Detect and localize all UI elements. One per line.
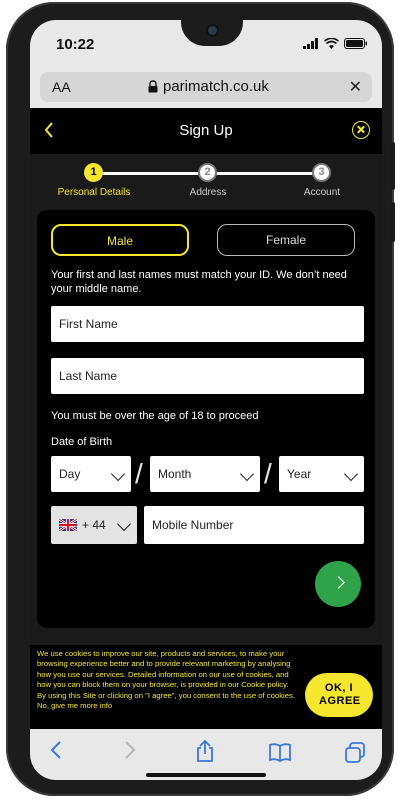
chevron-down-icon <box>116 516 132 532</box>
status-icons <box>303 38 368 49</box>
url-display[interactable]: parimatch.co.uk <box>148 78 269 95</box>
page-title: Sign Up <box>179 122 233 139</box>
chevron-down-icon <box>343 466 359 482</box>
lock-icon <box>148 80 158 93</box>
volume-button <box>390 142 395 190</box>
dob-year-select[interactable]: Year <box>279 456 364 492</box>
chevron-down-icon <box>110 466 126 482</box>
chevron-down-icon <box>239 466 255 482</box>
step-connector <box>90 172 208 175</box>
browser-toolbar: AA parimatch.co.uk ✕ <box>30 70 382 108</box>
phone-frame: 10:22 AA parimatch.co.uk ✕ Sign Up 1 2 3… <box>6 2 395 796</box>
step-connector <box>208 172 322 175</box>
country-code-value: + 44 <box>82 518 106 532</box>
dob-day-select[interactable]: Day <box>51 456 131 492</box>
browser-bottom-toolbar <box>30 729 382 780</box>
forward-icon[interactable] <box>122 739 138 761</box>
tabs-icon[interactable] <box>344 742 366 764</box>
mobile-number-field[interactable]: Mobile Number <box>144 506 364 544</box>
power-button <box>390 202 395 242</box>
personal-details-form: Male Female Your first and last names mu… <box>37 210 375 628</box>
date-separator: / <box>135 458 143 489</box>
home-indicator <box>146 773 266 777</box>
battery-icon <box>344 38 367 49</box>
close-icon[interactable]: ✕ <box>349 77 362 97</box>
step-1-label: Personal Details <box>57 187 131 198</box>
camera-icon <box>208 26 217 35</box>
ok-agree-button[interactable]: OK, I AGREE <box>305 673 373 717</box>
age-notice: You must be over the age of 18 to procee… <box>51 410 259 422</box>
chevron-right-icon <box>332 576 345 589</box>
screen: 10:22 AA parimatch.co.uk ✕ Sign Up 1 2 3… <box>30 20 382 780</box>
close-circle-icon[interactable] <box>352 121 370 139</box>
app-header: Sign Up <box>30 108 382 154</box>
signup-page: Sign Up 1 2 3 Personal Details Address A… <box>30 108 382 780</box>
bookmarks-icon[interactable] <box>268 742 292 762</box>
share-icon[interactable] <box>194 739 216 763</box>
step-1-indicator: 1 <box>84 163 103 182</box>
step-2-indicator: 2 <box>198 163 217 182</box>
ok-agree-label: OK, I AGREE <box>319 682 361 707</box>
address-bar[interactable]: AA parimatch.co.uk ✕ <box>40 72 372 102</box>
dob-day-value: Day <box>59 467 81 481</box>
dob-month-select[interactable]: Month <box>150 456 260 492</box>
dob-label: Date of Birth <box>51 436 113 448</box>
dob-month-value: Month <box>158 467 192 481</box>
cookie-banner: We use cookies to improve our site, prod… <box>30 645 382 729</box>
first-name-field[interactable]: First Name <box>51 306 364 342</box>
notch <box>181 20 243 46</box>
name-instructions: Your first and last names must match you… <box>51 269 347 295</box>
date-separator: / <box>264 458 272 489</box>
female-button[interactable]: Female <box>217 224 355 256</box>
status-bar: 10:22 <box>30 20 382 70</box>
step-3-indicator: 3 <box>312 163 331 182</box>
last-name-field[interactable]: Last Name <box>51 358 364 394</box>
dob-year-value: Year <box>287 467 312 481</box>
cookie-text: We use cookies to improve our site, prod… <box>37 649 296 711</box>
country-code-select[interactable]: + 44 <box>51 506 137 544</box>
uk-flag-icon <box>59 519 77 531</box>
wifi-icon <box>324 38 339 49</box>
signal-icon <box>303 38 318 49</box>
step-3-label: Account <box>303 187 341 198</box>
text-size-button[interactable]: AA <box>52 79 71 95</box>
male-button[interactable]: Male <box>51 224 189 256</box>
next-button[interactable] <box>315 561 361 607</box>
url-text: parimatch.co.uk <box>163 78 269 95</box>
progress-steps: 1 2 3 Personal Details Address Account <box>30 154 382 210</box>
step-2-label: Address <box>189 187 227 198</box>
back-icon[interactable] <box>48 739 64 761</box>
status-time: 10:22 <box>56 36 95 53</box>
